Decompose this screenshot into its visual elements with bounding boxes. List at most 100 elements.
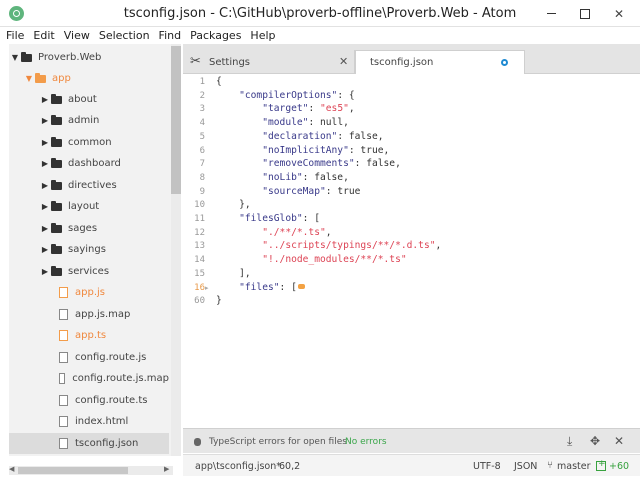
line-number[interactable]: 12 [183, 228, 205, 238]
line-number[interactable]: 8 [183, 173, 205, 183]
line-number[interactable]: 1 [183, 77, 205, 87]
tree-item-label: admin [68, 115, 100, 126]
download-icon[interactable]: ⤓ [567, 434, 572, 449]
close-icon[interactable]: ✕ [614, 434, 624, 448]
close-icon[interactable]: ✕ [339, 55, 348, 68]
tree-file-app-js-map[interactable]: app.js.map [9, 304, 169, 325]
code-line[interactable]: "./**/*.ts", [216, 227, 331, 238]
tree-file-config-route-js-map[interactable]: config.route.js.map [9, 368, 169, 389]
git-branch[interactable]: master [557, 461, 591, 472]
code-line[interactable]: ], [216, 268, 251, 279]
scroll-left-icon[interactable]: ◀ [9, 465, 14, 473]
code-editor[interactable]: 1 {2 "compilerOptions": { 3 "target": "es5… [183, 74, 640, 427]
code-line[interactable]: "noLib": false, [216, 172, 349, 183]
git-diff-count[interactable]: +60 [609, 461, 629, 472]
tab-settings[interactable]: ✂ Settings ✕ [183, 50, 355, 74]
tree-file-index-html[interactable]: index.html [9, 411, 169, 432]
code-line[interactable]: { [216, 76, 222, 87]
line-number[interactable]: 4 [183, 118, 205, 128]
tools-icon: ✂ [190, 54, 201, 69]
tree-folder-directives[interactable]: ▶ directives [9, 175, 169, 196]
move-icon[interactable]: ✥ [590, 434, 600, 448]
line-number[interactable]: 10 [183, 200, 205, 210]
menu-selection[interactable]: Selection [99, 29, 150, 42]
code-line[interactable]: "target": "es5", [216, 103, 354, 114]
chevron-right-icon: ▶ [41, 159, 49, 168]
tree-file-app-ts[interactable]: app.ts [9, 325, 169, 346]
tree-item-label: app [52, 73, 71, 84]
tree-root-proverb-web[interactable]: ▼ Proverb.Web [9, 47, 169, 68]
chevron-right-icon: ▶ [41, 95, 49, 104]
code-line[interactable]: "sourceMap": true [216, 186, 360, 197]
code-line[interactable]: "declaration": false, [216, 131, 383, 142]
menu-file[interactable]: File [6, 29, 24, 42]
tree-folder-services[interactable]: ▶ services [9, 261, 169, 282]
cursor-position[interactable]: 60,2 [279, 461, 300, 472]
code-line[interactable]: "!./node_modules/**/*.ts" [216, 254, 406, 265]
code-line[interactable]: }, [216, 199, 251, 210]
tree-folder-dashboard[interactable]: ▶ dashboard [9, 153, 169, 174]
tree-file-tsconfig-json[interactable]: tsconfig.json [9, 433, 169, 454]
code-line[interactable]: "../scripts/typings/**/*.d.ts", [216, 240, 441, 251]
file-icon [59, 287, 68, 298]
line-number[interactable]: 13 [183, 241, 205, 251]
status-bar: app\tsconfig.json* 60,2 UTF-8 JSON ⑂ mas… [183, 454, 640, 476]
tree-item-label: sayings [68, 244, 106, 255]
panel-title: TypeScript errors for open files [209, 437, 347, 447]
line-number[interactable]: 2 [183, 91, 205, 101]
close-icon[interactable]: ✕ [604, 0, 634, 27]
tree-folder-layout[interactable]: ▶ layout [9, 196, 169, 217]
line-number[interactable]: 11 [183, 214, 205, 224]
file-icon [59, 438, 68, 449]
maximize-icon[interactable] [570, 0, 600, 27]
file-path[interactable]: app\tsconfig.json* [195, 461, 281, 472]
line-number[interactable]: 16 [183, 283, 205, 293]
menu-edit[interactable]: Edit [33, 29, 54, 42]
tree-file-config-route-js[interactable]: config.route.js [9, 347, 169, 368]
tree-horizontal-scrollbar-thumb[interactable] [18, 467, 128, 474]
code-line[interactable]: "removeComments": false, [216, 158, 401, 169]
line-number[interactable]: 60 [183, 296, 205, 306]
line-number[interactable]: 5 [183, 132, 205, 142]
tree-item-label: config.route.ts [75, 395, 148, 406]
grammar[interactable]: JSON [514, 461, 537, 472]
menu-packages[interactable]: Packages [190, 29, 241, 42]
tree-folder-about[interactable]: ▶ about [9, 89, 169, 110]
tree-item-label: app.ts [75, 330, 107, 341]
line-number[interactable]: 6 [183, 146, 205, 156]
folder-icon [51, 93, 62, 104]
chevron-right-icon: ▶ [41, 245, 49, 254]
code-line[interactable]: "module": null, [216, 117, 349, 128]
tree-item-label: Proverb.Web [38, 52, 102, 63]
tree-folder-admin[interactable]: ▶ admin [9, 110, 169, 131]
tree-file-app-js[interactable]: app.js [9, 282, 169, 303]
tree-item-label: services [68, 266, 110, 277]
line-number[interactable]: 15 [183, 269, 205, 279]
tree-scrollbar-thumb[interactable] [171, 46, 181, 194]
tree-folder-common[interactable]: ▶ common [9, 132, 169, 153]
code-line[interactable]: "filesGlob": [ [216, 213, 320, 224]
menu-view[interactable]: View [64, 29, 90, 42]
code-line[interactable]: "compilerOptions": { [216, 90, 355, 101]
line-number[interactable]: 3 [183, 104, 205, 114]
tree-folder-sages[interactable]: ▶ sages [9, 218, 169, 239]
tree-folder-app[interactable]: ▼ app [9, 68, 169, 89]
line-number[interactable]: 14 [183, 255, 205, 265]
code-line[interactable]: "files": [ [216, 282, 305, 293]
menu-find[interactable]: Find [159, 29, 182, 42]
tab-tsconfig-json[interactable]: tsconfig.json [355, 50, 525, 74]
tree-file-config-route-ts[interactable]: config.route.ts [9, 390, 169, 411]
encoding[interactable]: UTF-8 [473, 461, 501, 472]
code-line[interactable]: "noImplicitAny": true, [216, 145, 389, 156]
line-number[interactable]: 9 [183, 187, 205, 197]
fold-icon[interactable]: ▸ [205, 284, 209, 292]
minimize-icon[interactable] [536, 0, 566, 27]
menu-bar: File Edit View Selection Find Packages H… [0, 27, 640, 44]
tree-folder-sayings[interactable]: ▶ sayings [9, 239, 169, 260]
scroll-right-icon[interactable]: ▶ [164, 465, 169, 473]
menu-help[interactable]: Help [250, 29, 275, 42]
code-line[interactable]: } [216, 295, 222, 306]
line-number[interactable]: 7 [183, 159, 205, 169]
diff-icon [596, 459, 606, 471]
modified-indicator-icon[interactable] [501, 59, 508, 66]
